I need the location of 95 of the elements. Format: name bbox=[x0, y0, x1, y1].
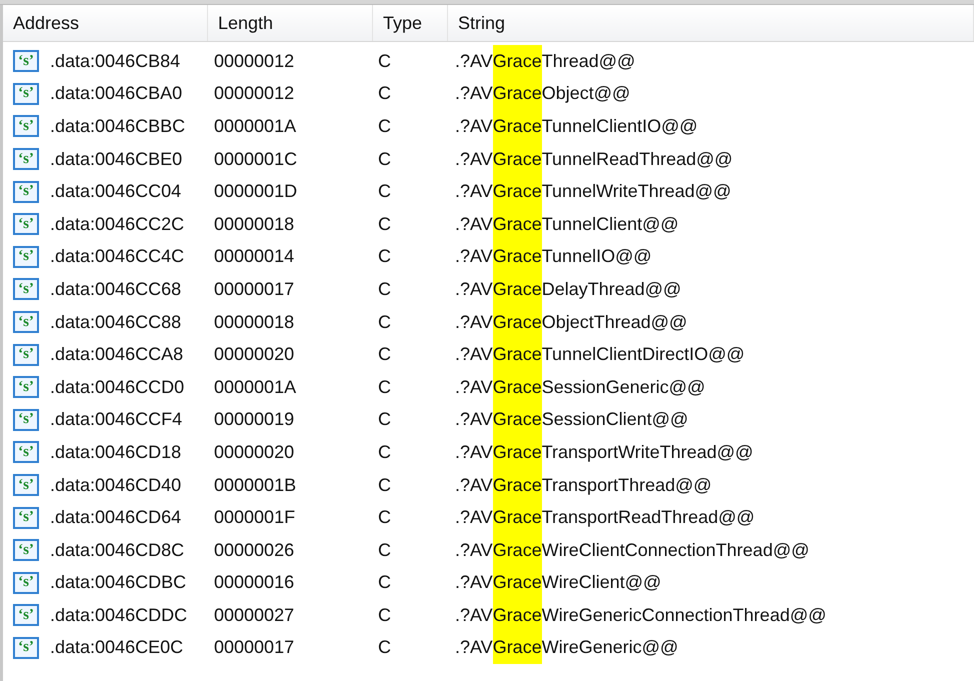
table-cell: .?AVGraceTransportWriteThread@@ bbox=[455, 436, 754, 469]
string-icon: ‘s’ bbox=[13, 82, 39, 105]
table-cell-text: .data:0046CB84 bbox=[50, 50, 180, 73]
table-cell: C bbox=[378, 409, 391, 430]
table-cell: C bbox=[378, 540, 391, 560]
string-icon: ‘s’ bbox=[13, 506, 39, 529]
string-icon: ‘s’ bbox=[13, 604, 39, 626]
string-icon: ‘s’ bbox=[13, 213, 39, 236]
table-cell: 00000016 bbox=[214, 572, 294, 592]
table-cell: 0000001C bbox=[214, 148, 298, 169]
table-cell: .?AVGraceTunnelIO@@ bbox=[455, 240, 652, 274]
table-cell-text: .data:0046CCF4 bbox=[50, 408, 182, 432]
table-cell: 00000019 bbox=[214, 409, 294, 430]
table-cell: C bbox=[378, 474, 391, 495]
table-cell-text: .data:0046CC68 bbox=[50, 278, 182, 301]
string-icon: ‘s’ bbox=[13, 539, 39, 562]
table-cell: 00000017 bbox=[214, 278, 294, 299]
table-cell: C bbox=[378, 507, 391, 528]
table-cell: C bbox=[378, 214, 391, 234]
table-cell: 00000014 bbox=[214, 246, 294, 266]
table-cell: C bbox=[378, 572, 391, 592]
table-cell: .?AVGraceObjectThread@@ bbox=[455, 306, 688, 338]
table-cell-text: .data:0046CDDC bbox=[50, 604, 188, 627]
table-cell: 0000001F bbox=[214, 507, 296, 528]
table-cell: .?AVGraceTunnelWriteThread@@ bbox=[455, 175, 732, 208]
table-cell: .?AVGraceThread@@ bbox=[455, 45, 636, 78]
string-icon: ‘s’ bbox=[13, 441, 39, 464]
table-cell: C bbox=[378, 376, 391, 397]
table-cell: C bbox=[378, 181, 391, 202]
table-cell: 00000012 bbox=[214, 50, 294, 71]
column-header[interactable]: Address bbox=[3, 5, 208, 41]
string-icon: ‘s’ bbox=[13, 246, 39, 268]
table-cell: .?AVGraceTransportThread@@ bbox=[455, 468, 712, 502]
table-cell: C bbox=[378, 344, 391, 364]
string-icon: ‘s’ bbox=[13, 278, 39, 300]
table-cell: C bbox=[378, 148, 391, 169]
table-cell-text: .data:0046CDBC bbox=[50, 571, 186, 594]
string-icon: ‘s’ bbox=[13, 474, 39, 496]
table-cell: .?AVGraceTransportReadThread@@ bbox=[455, 501, 755, 534]
string-icon: ‘s’ bbox=[13, 311, 39, 334]
string-icon: ‘s’ bbox=[13, 636, 39, 659]
table-cell: C bbox=[378, 50, 391, 71]
table-cell: 0000001A bbox=[214, 116, 296, 136]
table-cell: 00000027 bbox=[214, 604, 294, 625]
table-cell: .?AVGraceTunnelReadThread@@ bbox=[455, 142, 733, 176]
table-cell: 0000001B bbox=[214, 474, 296, 495]
table-cell: .?AVGraceTunnelClientDirectIO@@ bbox=[455, 338, 745, 371]
table-cell-text: .data:0046CD64 bbox=[50, 506, 182, 530]
string-icon: ‘s’ bbox=[13, 148, 39, 170]
table-cell: C bbox=[378, 83, 391, 104]
string-icon: ‘s’ bbox=[13, 115, 39, 138]
column-header[interactable]: Type bbox=[373, 5, 448, 41]
column-header[interactable]: String bbox=[448, 5, 974, 41]
table-cell: C bbox=[378, 278, 391, 299]
table-cell: 00000020 bbox=[214, 442, 294, 462]
table-cell: .?AVGraceTunnelClientIO@@ bbox=[455, 110, 698, 143]
table-cell: C bbox=[378, 246, 391, 266]
table-cell: .?AVGraceSessionClient@@ bbox=[455, 404, 688, 436]
string-icon: ‘s’ bbox=[13, 50, 39, 72]
table-cell: C bbox=[378, 116, 391, 136]
table-cell: .?AVGraceSessionGeneric@@ bbox=[455, 370, 706, 404]
table-cell-text: .data:0046CD40 bbox=[50, 474, 182, 497]
string-icon: ‘s’ bbox=[13, 376, 39, 398]
table-cell: .?AVGraceTunnelClient@@ bbox=[455, 208, 679, 241]
table-cell-text: .data:0046CD8C bbox=[50, 538, 184, 562]
string-icon: ‘s’ bbox=[13, 344, 39, 366]
table-cell: C bbox=[378, 312, 391, 332]
table-cell-text: .data:0046CC04 bbox=[50, 180, 182, 204]
column-header[interactable]: Length bbox=[208, 5, 373, 41]
table-cell: 00000012 bbox=[214, 83, 294, 104]
string-icon: ‘s’ bbox=[13, 408, 39, 431]
table-cell-text: .data:0046CC4C bbox=[50, 245, 184, 268]
string-icon: ‘s’ bbox=[13, 180, 39, 203]
table-cell-text: .data:0046CBE0 bbox=[50, 148, 182, 171]
string-icon: ‘s’ bbox=[13, 572, 39, 594]
table-cell: 00000018 bbox=[214, 312, 294, 332]
table-cell-text: .data:0046CBA0 bbox=[50, 82, 182, 106]
table-cell: 00000026 bbox=[214, 540, 294, 560]
table-cell-text: .data:0046CC2C bbox=[50, 212, 184, 236]
table-cell: 00000018 bbox=[214, 214, 294, 234]
table-cell: .?AVGraceDelayThread@@ bbox=[455, 273, 682, 306]
table-cell: 00000020 bbox=[214, 344, 294, 364]
table-cell-text: .data:0046CCA8 bbox=[50, 343, 184, 366]
table-cell-text: .data:0046CE0C bbox=[50, 636, 184, 660]
table-cell-text: .data:0046CCD0 bbox=[50, 376, 184, 399]
table-cell: C bbox=[378, 442, 391, 462]
table-cell-text: .data:0046CBBC bbox=[50, 114, 186, 138]
table-cell-text: .data:0046CC88 bbox=[50, 310, 182, 334]
table-cell: C bbox=[378, 604, 391, 625]
table-cell: 0000001D bbox=[214, 181, 298, 202]
table-cell-text: .data:0046CD18 bbox=[50, 440, 182, 464]
table-cell: C bbox=[378, 637, 391, 658]
table-cell: 0000001A bbox=[214, 376, 296, 397]
table-cell: 00000017 bbox=[214, 637, 294, 658]
table-cell: .?AVGraceObject@@ bbox=[455, 78, 630, 110]
